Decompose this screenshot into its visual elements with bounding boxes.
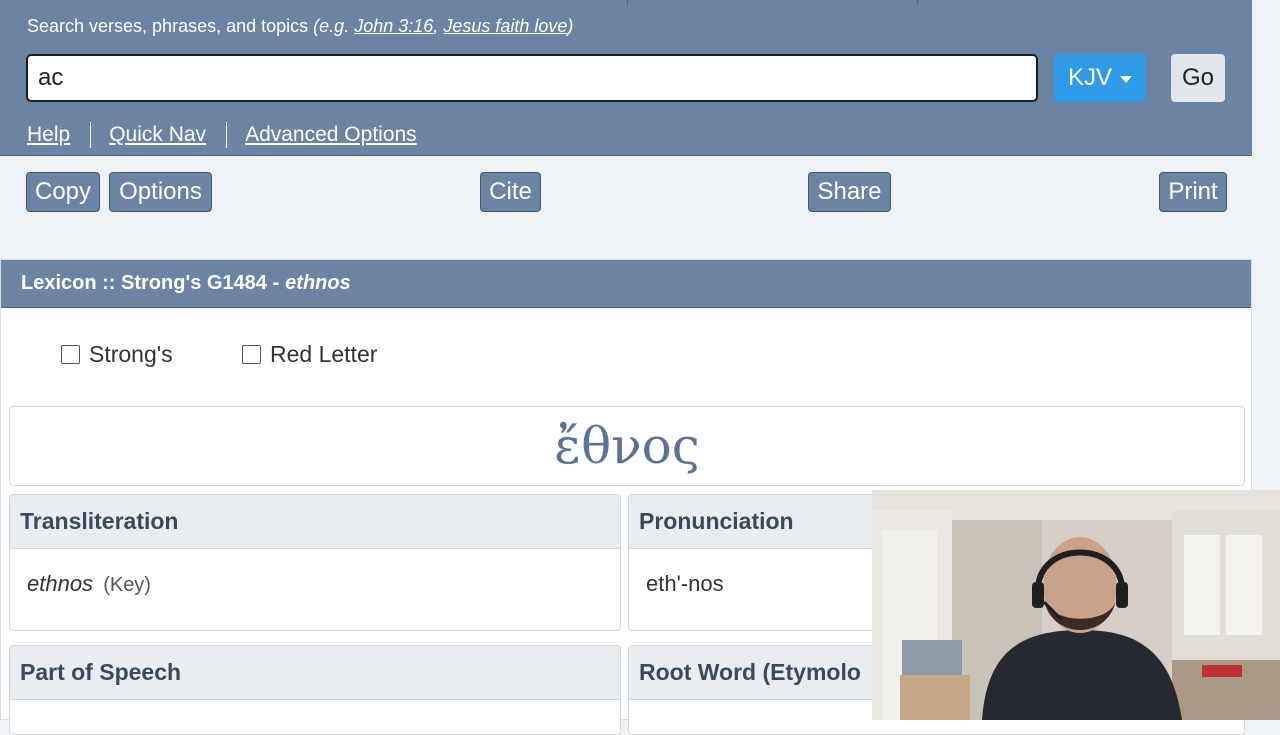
- greek-word-box: ἔθνος: [9, 406, 1245, 486]
- quick-nav-link[interactable]: Quick Nav: [109, 123, 206, 147]
- search-input[interactable]: [26, 54, 1038, 102]
- red-letter-checkbox[interactable]: Red Letter: [242, 341, 377, 368]
- transliteration-box: Transliteration ethnos (Key): [9, 494, 621, 631]
- chevron-down-icon: [1120, 75, 1132, 83]
- tab-divider: [917, 0, 918, 6]
- version-dropdown[interactable]: KJV: [1054, 54, 1146, 102]
- link-divider: [90, 122, 92, 148]
- search-hint-text: Search verses, phrases, and topics: [27, 16, 309, 36]
- red-letter-checkbox-label: Red Letter: [270, 341, 378, 367]
- lexicon-title: Lexicon :: Strong's G1484 -: [21, 272, 280, 294]
- share-button[interactable]: Share: [808, 172, 891, 212]
- search-hint-close: ): [567, 16, 574, 36]
- tab-divider: [627, 0, 628, 6]
- webcam-video-image: [872, 490, 1280, 720]
- go-button[interactable]: Go: [1171, 54, 1225, 102]
- transliteration-value: ethnos: [27, 571, 94, 596]
- greek-word: ἔθνος: [554, 417, 700, 475]
- pronunciation-value: eth'-nos: [646, 571, 724, 596]
- search-hint-eg: (e.g.: [313, 16, 350, 36]
- checkbox-box[interactable]: [242, 345, 261, 364]
- copy-button[interactable]: Copy: [26, 172, 100, 212]
- strongs-checkbox[interactable]: Strong's: [61, 341, 173, 368]
- strongs-checkbox-label: Strong's: [89, 341, 173, 367]
- link-divider: [226, 122, 228, 148]
- transliteration-heading: Transliteration: [10, 495, 620, 549]
- transliteration-body: ethnos (Key): [10, 549, 620, 597]
- search-panel: Search verses, phrases, and topics (e.g.…: [0, 0, 1252, 156]
- options-button[interactable]: Options: [109, 172, 212, 212]
- cite-button[interactable]: Cite: [480, 172, 541, 212]
- search-hint-comma: ,: [433, 16, 439, 36]
- checkbox-box[interactable]: [61, 345, 80, 364]
- advanced-options-link[interactable]: Advanced Options: [245, 123, 417, 147]
- print-button[interactable]: Print: [1159, 172, 1227, 212]
- help-link[interactable]: Help: [27, 123, 70, 147]
- top-tab-strip: [0, 0, 1252, 6]
- search-hint: Search verses, phrases, and topics (e.g.…: [27, 16, 573, 37]
- part-of-speech-box: Part of Speech: [9, 645, 621, 735]
- webcam-overlay: [872, 490, 1280, 720]
- lexicon-title-word: ethnos: [285, 272, 351, 294]
- lexicon-header: Lexicon :: Strong's G1484 - ethnos: [1, 260, 1251, 308]
- part-of-speech-heading: Part of Speech: [10, 646, 620, 700]
- transliteration-key-link[interactable]: (Key): [103, 574, 151, 596]
- example-link-jesus-faith-love[interactable]: Jesus faith love: [443, 16, 567, 36]
- version-label: KJV: [1067, 64, 1112, 91]
- search-links: Help Quick Nav Advanced Options: [27, 122, 417, 148]
- example-link-john[interactable]: John 3:16: [354, 16, 433, 36]
